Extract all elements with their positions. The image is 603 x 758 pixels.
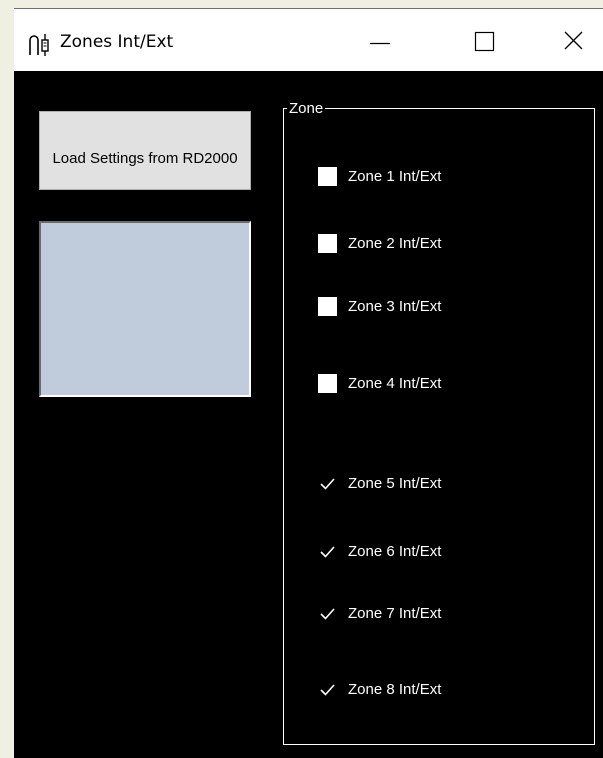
status-panel: [39, 221, 251, 397]
title-bar[interactable]: Zones Int/Ext: [14, 9, 603, 71]
zone-6-item[interactable]: Zone 6 Int/Ext: [318, 541, 441, 561]
zone-7-item[interactable]: Zone 7 Int/Ext: [318, 603, 441, 623]
zone-3-label: Zone 3 Int/Ext: [348, 297, 442, 315]
zone-2-checkbox[interactable]: [318, 233, 337, 253]
zone-2-item[interactable]: Zone 2 Int/Ext: [318, 233, 441, 253]
checkmark-icon: [320, 607, 335, 620]
zone-1-checkbox[interactable]: [318, 166, 337, 186]
zone-5-item[interactable]: Zone 5 Int/Ext: [318, 473, 441, 493]
maximize-button[interactable]: [456, 19, 502, 63]
zone-1-item[interactable]: Zone 1 Int/Ext: [318, 166, 441, 186]
close-button[interactable]: [553, 19, 599, 63]
zone-1-label: Zone 1 Int/Ext: [348, 167, 442, 185]
checkmark-icon: [320, 477, 335, 490]
zone-4-label: Zone 4 Int/Ext: [348, 374, 442, 392]
zone-8-label: Zone 8 Int/Ext: [348, 680, 442, 698]
zone-5-checkbox[interactable]: [318, 473, 337, 493]
zone-3-checkbox[interactable]: [318, 296, 337, 316]
minimize-button[interactable]: [359, 19, 405, 63]
zone-5-label: Zone 5 Int/Ext: [348, 474, 442, 492]
close-icon: [564, 31, 583, 50]
zone-group-legend: Zone: [287, 100, 326, 117]
zone-7-checkbox[interactable]: [318, 603, 337, 623]
minimize-icon: [370, 42, 390, 45]
maximize-icon: [474, 31, 495, 52]
zone-groupbox: [283, 108, 595, 745]
checkmark-icon: [320, 683, 335, 696]
zone-4-item[interactable]: Zone 4 Int/Ext: [318, 373, 441, 393]
zone-8-item[interactable]: Zone 8 Int/Ext: [318, 679, 441, 699]
zone-4-checkbox[interactable]: [318, 373, 337, 393]
zone-7-label: Zone 7 Int/Ext: [348, 604, 442, 622]
zone-6-checkbox[interactable]: [318, 541, 337, 561]
load-settings-button[interactable]: Load Settings from RD2000: [39, 111, 251, 190]
zone-8-checkbox[interactable]: [318, 679, 337, 699]
zone-2-label: Zone 2 Int/Ext: [348, 234, 442, 252]
plug-icon: [28, 31, 52, 57]
checkmark-icon: [320, 545, 335, 558]
zones-window: Zones Int/Ext Load Settings from RD2000 …: [14, 8, 603, 758]
window-title: Zones Int/Ext: [60, 32, 174, 52]
zone-6-label: Zone 6 Int/Ext: [348, 542, 442, 560]
zone-3-item[interactable]: Zone 3 Int/Ext: [318, 296, 441, 316]
